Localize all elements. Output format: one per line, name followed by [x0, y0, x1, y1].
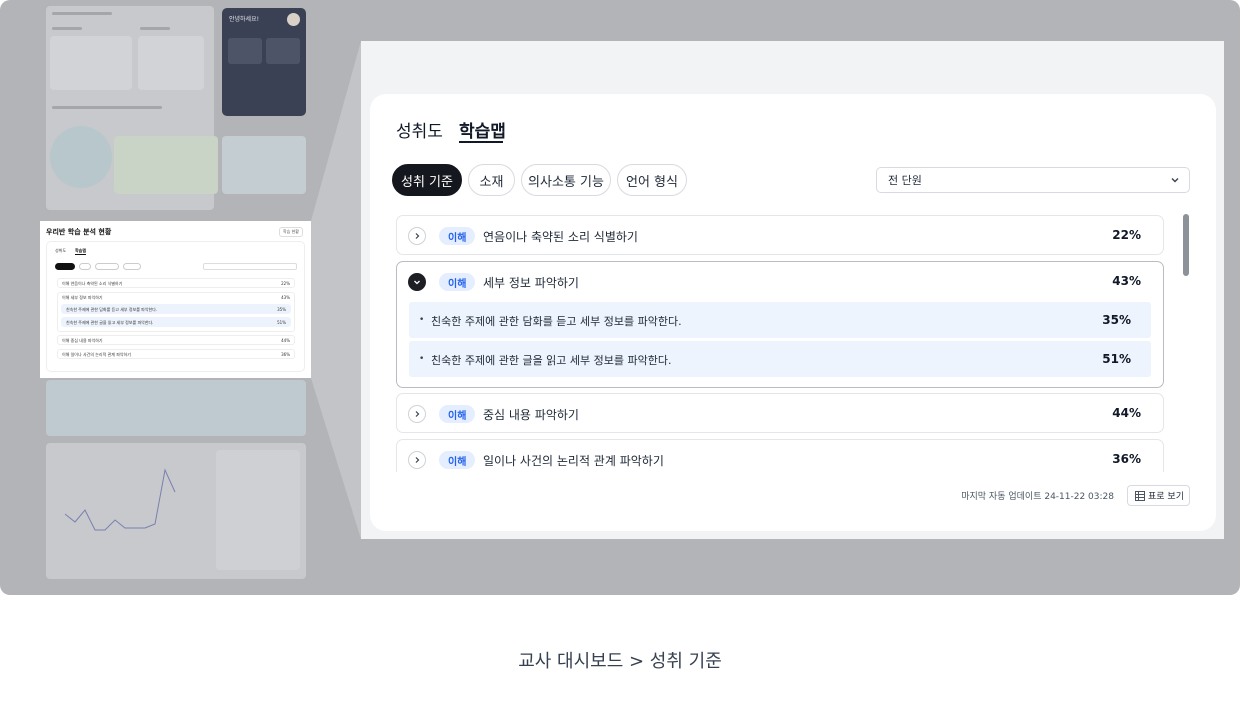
list-item[interactable]: 이해 연음이나 축약된 소리 식별하기 22%	[396, 215, 1164, 255]
list-item-header[interactable]: 이해 연음이나 축약된 소리 식별하기 22%	[397, 216, 1163, 256]
category-badge: 이해	[439, 227, 476, 245]
expand-toggle[interactable]	[408, 405, 426, 423]
scrollbar-thumb[interactable]	[1183, 214, 1189, 276]
active-tab-underline	[459, 141, 503, 143]
expand-toggle[interactable]	[408, 451, 426, 469]
sub-item-percentage: 35%	[1102, 313, 1131, 327]
item-label: 중심 내용 파악하기	[483, 408, 579, 422]
item-label: 연음이나 축약된 소리 식별하기	[483, 230, 638, 244]
list-item[interactable]: 이해 중심 내용 파악하기 44%	[396, 393, 1164, 433]
chevron-right-icon	[415, 411, 420, 417]
collapse-toggle[interactable]	[408, 273, 426, 291]
category-badge: 이해	[439, 451, 476, 469]
item-percentage: 22%	[1112, 228, 1141, 242]
unit-select[interactable]: 전 단원	[876, 167, 1190, 193]
list-item-expanded[interactable]: 이해 세부 정보 파악하기 43% • 친숙한 주제에 관한 담화를 듣고 세부…	[396, 261, 1164, 388]
table-view-button[interactable]: 표로 보기	[1127, 485, 1190, 506]
table-view-label: 표로 보기	[1148, 492, 1184, 502]
expand-toggle[interactable]	[408, 227, 426, 245]
tab-learning-map[interactable]: 학습맵	[459, 117, 506, 142]
list-item-header[interactable]: 이해 세부 정보 파악하기 43%	[397, 262, 1163, 302]
unit-select-value: 전 단원	[888, 174, 922, 187]
last-update-text: 마지막 자동 업데이트 24-11-22 03:28	[961, 492, 1114, 502]
standards-list[interactable]: 이해 연음이나 축약된 소리 식별하기 22% 이해 세부 정보 파악하기 43…	[396, 214, 1166, 472]
chevron-right-icon	[415, 457, 420, 463]
tab-achievement[interactable]: 성취도	[396, 117, 443, 142]
chevron-down-icon	[1171, 178, 1179, 183]
list-item[interactable]: 이해 일이나 사건의 논리적 관계 파악하기 36%	[396, 439, 1164, 472]
item-percentage: 36%	[1112, 452, 1141, 466]
table-icon	[1135, 491, 1145, 501]
item-percentage: 44%	[1112, 406, 1141, 420]
item-label: 일이나 사건의 논리적 관계 파악하기	[483, 454, 664, 468]
filter-communication[interactable]: 의사소통 기능	[521, 164, 611, 196]
bullet-icon: •	[419, 315, 425, 325]
category-badge: 이해	[439, 273, 476, 291]
sub-item-label: 친숙한 주제에 관한 글을 읽고 세부 정보를 파악한다.	[431, 354, 672, 367]
sub-item: • 친숙한 주제에 관한 글을 읽고 세부 정보를 파악한다. 51%	[409, 341, 1151, 377]
chevron-down-icon	[414, 280, 420, 285]
chevron-right-icon	[415, 233, 420, 239]
filter-language-form[interactable]: 언어 형식	[617, 164, 687, 196]
filter-topic[interactable]: 소재	[468, 164, 515, 196]
filter-achievement-standard[interactable]: 성취 기준	[392, 164, 462, 196]
bullet-icon: •	[419, 354, 425, 364]
category-badge: 이해	[439, 405, 476, 423]
sub-item-percentage: 51%	[1102, 352, 1131, 366]
page-caption: 교사 대시보드 > 성취 기준	[518, 651, 722, 672]
list-item-header[interactable]: 이해 중심 내용 파악하기 44%	[397, 394, 1163, 434]
item-percentage: 43%	[1112, 274, 1141, 288]
list-item-header[interactable]: 이해 일이나 사건의 논리적 관계 파악하기 36%	[397, 440, 1163, 472]
sub-item: • 친숙한 주제에 관한 담화를 듣고 세부 정보를 파악한다. 35%	[409, 302, 1151, 338]
sub-item-label: 친숙한 주제에 관한 담화를 듣고 세부 정보를 파악한다.	[431, 315, 682, 328]
item-label: 세부 정보 파악하기	[483, 276, 579, 290]
